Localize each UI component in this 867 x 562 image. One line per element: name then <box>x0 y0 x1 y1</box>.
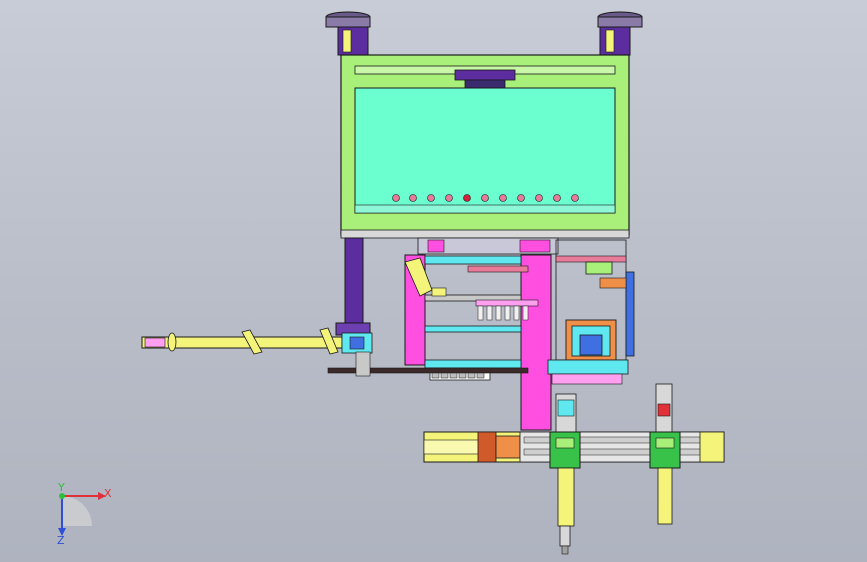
cad-viewport[interactable]: X Y Z <box>0 0 867 562</box>
gripper-right <box>649 383 681 525</box>
gripper-left <box>549 393 581 555</box>
top-left-mount <box>325 11 371 56</box>
axis-x-label: X <box>104 487 112 500</box>
axis-y-label: Y <box>57 481 65 494</box>
axis-triad: X Y Z <box>57 481 112 547</box>
top-right-mount <box>597 11 643 56</box>
left-column <box>335 237 371 336</box>
axis-z-label: Z <box>57 534 65 547</box>
mid-assembly <box>404 237 635 431</box>
front-panel <box>354 87 616 214</box>
left-arm <box>141 327 529 377</box>
camera-block <box>565 319 617 361</box>
